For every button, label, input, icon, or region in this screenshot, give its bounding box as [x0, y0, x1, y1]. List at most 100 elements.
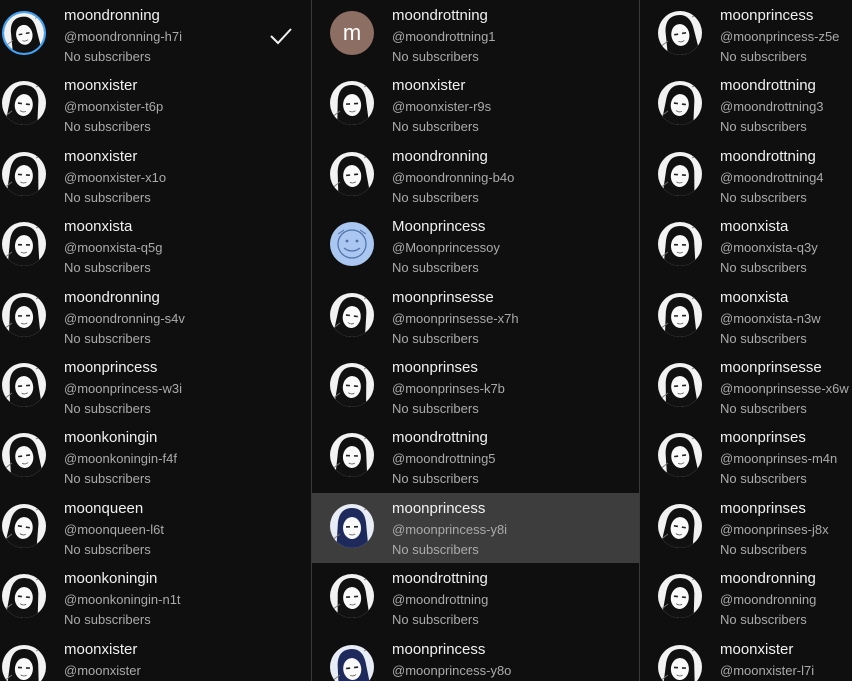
avatar	[330, 433, 374, 478]
account-item[interactable]: moonprincess @moonprincess-y8i No subscrib…	[312, 492, 639, 563]
avatar	[330, 363, 374, 407]
account-name: moonkoningin	[64, 429, 158, 447]
account-handle: @moonxista-n3w	[720, 310, 821, 326]
avatar	[330, 644, 374, 681]
account-item[interactable]: moonxista @moonxista-n3w No subscribers	[640, 282, 852, 352]
avatar	[2, 503, 46, 548]
account-item[interactable]: moonkoningin @moonkoningin-f4f No subscrib…	[0, 422, 311, 492]
account-item[interactable]: moondrottning @moondrottning4 No subscribe…	[640, 141, 852, 211]
account-item[interactable]: moonprincess @moonprincess-w3i No subscrib…	[0, 352, 311, 422]
account-handle: @moondronning	[720, 592, 817, 608]
account-handle: @moonprincess-y8o	[392, 662, 512, 678]
account-handle: @moonprinses-k7b	[392, 381, 505, 396]
account-handle: @moonxister-r9s	[392, 99, 492, 115]
account-handle: @moonprinses-m4n	[720, 451, 838, 467]
account-column-2: m moondrottning @moondrottning1 No subscrib…	[312, 0, 639, 681]
account-item[interactable]: moonqueen @moonqueen-l6t No subscribers	[0, 493, 311, 563]
account-name: moonprinses	[720, 499, 806, 517]
subscriber-count: No subscribers	[720, 541, 807, 557]
account-item[interactable]: moonxister @moonxister-x1o No subscribers	[0, 141, 311, 211]
account-handle: @moondrottning	[392, 592, 489, 608]
account-item[interactable]: moondrottning @moondrottning No subscriber…	[312, 563, 639, 633]
subscriber-count: No subscribers	[64, 49, 151, 64]
account-item[interactable]: moonxister@moonxister-l7iNo subscribers	[640, 634, 852, 681]
account-name: moonprinsesse	[720, 359, 822, 376]
subscriber-count: No subscribers	[392, 260, 479, 276]
avatar	[330, 151, 374, 196]
subscriber-count: No subscribers	[720, 612, 807, 628]
subscriber-count: No subscribers	[720, 189, 807, 205]
subscriber-count: No subscribers	[64, 260, 151, 276]
account-handle: @moonkoningin-n1t	[64, 592, 181, 608]
avatar	[2, 222, 46, 267]
account-item[interactable]: moonprinses @moonprinses-j8x No subscriber…	[640, 493, 852, 563]
account-name: moondrottning	[392, 7, 488, 24]
account-item[interactable]: moondronning @moondronning-h7i No subscrib…	[0, 0, 311, 70]
subscriber-count: No subscribers	[64, 119, 151, 135]
account-item[interactable]: moondronning @moondronning No subscribers	[640, 563, 852, 633]
account-item[interactable]: moonprincess @moonprincess-z5e No subscrib…	[640, 0, 852, 70]
account-name: moonxister	[392, 77, 466, 95]
account-item[interactable]: Moonprincess @Moonprincessoy No subscriber…	[312, 211, 639, 281]
avatar	[2, 574, 46, 619]
account-item[interactable]: moondrottning @moondrottning5 No subscribe…	[312, 422, 639, 492]
subscriber-count: No subscribers	[720, 401, 807, 416]
account-handle: @moonprincess-z5e	[720, 29, 840, 44]
avatar	[658, 503, 702, 548]
account-name: moonxister	[720, 640, 794, 658]
account-item[interactable]: moondronning @moondronning-s4v No subscrib…	[0, 282, 311, 352]
avatar	[2, 644, 46, 681]
subscriber-count: No subscribers	[64, 401, 151, 416]
avatar	[658, 433, 702, 478]
account-name: moondronning	[720, 570, 816, 588]
account-handle: @Moonprincessoy	[392, 240, 500, 256]
account-item[interactable]: moonxista @moonxista-q5g No subscribers	[0, 211, 311, 281]
avatar	[658, 574, 702, 619]
account-item[interactable]: moonprincess@moonprincess-y8oNo subscrib…	[312, 634, 639, 681]
subscriber-count: No subscribers	[64, 541, 151, 557]
account-item[interactable]: m moondrottning @moondrottning1 No subscrib…	[312, 0, 639, 70]
subscriber-count: No subscribers	[392, 401, 479, 416]
account-item[interactable]: moonxista @moonxista-q3y No subscribers	[640, 211, 852, 281]
account-name: moondrottning	[392, 429, 488, 447]
avatar	[2, 81, 46, 126]
account-name: moonxista	[720, 288, 789, 306]
account-name: moonxista	[720, 218, 789, 236]
account-item[interactable]: moonxister @moonxister-t6p No subscribers	[0, 70, 311, 140]
avatar	[2, 151, 46, 196]
account-handle: @moonxister-t6p	[64, 99, 164, 115]
account-item[interactable]: moonprinsesse @moonprinsesse-x6w No subscr…	[640, 352, 852, 422]
account-item[interactable]: moonkoningin @moonkoningin-n1t No subscrib…	[0, 563, 311, 633]
account-item[interactable]: moondrottning @moondrottning3 No subscribe…	[640, 70, 852, 140]
account-name: moondrottning	[720, 77, 816, 95]
account-handle: @moonqueen-l6t	[64, 521, 164, 537]
account-name: moonprinsesse	[392, 288, 494, 306]
account-handle: @moondrottning4	[720, 169, 824, 185]
subscriber-count: No subscribers	[64, 189, 151, 205]
subscriber-count: No subscribers	[392, 541, 479, 557]
avatar	[2, 292, 46, 337]
account-name: moonprincess	[720, 7, 814, 24]
account-handle: @moonprincess-w3i	[64, 381, 182, 396]
avatar	[330, 574, 374, 619]
account-name: moondrottning	[392, 570, 488, 588]
account-name: moondronning	[64, 288, 160, 306]
avatar	[658, 644, 702, 681]
account-item[interactable]: moondronning @moondronning-b4o No subscrib…	[312, 141, 639, 211]
account-item[interactable]: moonprinses @moonprinses-k7b No subscriber…	[312, 352, 639, 422]
account-name: moonkoningin	[64, 570, 158, 588]
account-name: moonprincess	[64, 359, 158, 376]
account-handle: @moonkoningin-f4f	[64, 451, 177, 467]
account-item[interactable]: moonprinsesse @moonprinsesse-x7h No subscr…	[312, 282, 639, 352]
avatar: m	[330, 11, 374, 55]
account-item[interactable]: moonprinses @moonprinses-m4n No subscriber…	[640, 422, 852, 492]
account-handle: @moonprinsesse-x7h	[392, 310, 519, 326]
account-name: moonxister	[64, 147, 138, 165]
account-item[interactable]: moonxister @moonxister-r9s No subscribers	[312, 70, 639, 140]
avatar	[2, 363, 46, 407]
account-handle: @moonxista-q3y	[720, 240, 818, 256]
account-name: Moonprincess	[392, 218, 486, 236]
account-name: moondronning	[392, 147, 488, 165]
subscriber-count: No subscribers	[720, 330, 807, 346]
account-item[interactable]: moonxister@moonxisterNo subscribers	[0, 634, 311, 681]
